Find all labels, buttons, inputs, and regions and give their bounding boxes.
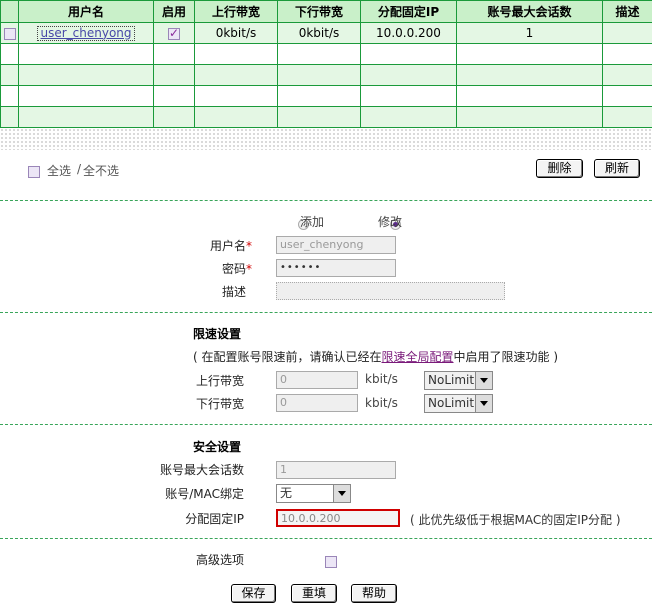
save-button[interactable]: 保存 bbox=[231, 584, 276, 603]
row-fixed-ip: 10.0.0.200 bbox=[360, 22, 457, 44]
fixed-ip-note: ( 此优先级低于根据MAC的固定IP分配 ) bbox=[410, 513, 621, 527]
header-upload[interactable]: 上行带宽 bbox=[194, 0, 278, 23]
chevron-down-icon[interactable] bbox=[333, 485, 350, 502]
header-download[interactable]: 下行带宽 bbox=[277, 0, 361, 23]
description-input[interactable] bbox=[276, 282, 505, 300]
select-all-checkbox[interactable] bbox=[28, 165, 40, 178]
help-button[interactable]: 帮助 bbox=[351, 584, 397, 603]
mac-binding-select[interactable]: 无 bbox=[276, 484, 351, 503]
upload-limit-value: NoLimit bbox=[428, 373, 475, 387]
divider bbox=[0, 538, 652, 539]
speed-note-prefix: ( 在配置账号限速前，请确认已经在 bbox=[193, 350, 382, 364]
header-select bbox=[0, 0, 19, 23]
row-username-link[interactable]: user_chenyong bbox=[37, 25, 135, 41]
security-section-title: 安全设置 bbox=[193, 440, 242, 454]
advanced-checkbox[interactable] bbox=[325, 555, 338, 568]
select-all-separator: / bbox=[77, 162, 82, 176]
row-username-cell: user_chenyong bbox=[18, 22, 154, 44]
select-none-link[interactable]: 全不选 bbox=[83, 162, 119, 179]
description-label: 描述 bbox=[221, 285, 246, 299]
table-row-empty bbox=[0, 64, 652, 86]
chevron-down-icon[interactable] bbox=[475, 395, 492, 412]
row-enabled-checkbox[interactable] bbox=[168, 26, 180, 40]
row-upload: 0kbit/s bbox=[194, 22, 278, 44]
table-row-empty bbox=[0, 43, 652, 65]
table-row[interactable]: user_chenyong 0kbit/s 0kbit/s 10.0.0.200… bbox=[0, 22, 652, 44]
reset-button[interactable]: 重填 bbox=[291, 584, 337, 603]
table-row-empty bbox=[0, 106, 652, 128]
table-row-empty bbox=[0, 85, 652, 107]
upload-limit-select[interactable]: NoLimit bbox=[424, 371, 493, 390]
speed-note-suffix: 中启用了限速功能 ) bbox=[453, 350, 559, 364]
speed-section-title: 限速设置 bbox=[193, 327, 242, 341]
header-username[interactable]: 用户名 bbox=[18, 0, 154, 23]
upload-input[interactable]: 0 bbox=[276, 371, 358, 389]
divider bbox=[0, 424, 652, 425]
chevron-down-icon[interactable] bbox=[475, 372, 492, 389]
table-header-row: 用户名 启用 上行带宽 下行带宽 分配固定IP 账号最大会话数 描述 bbox=[0, 0, 652, 23]
row-description bbox=[602, 22, 652, 44]
divider bbox=[0, 312, 652, 313]
download-limit-value: NoLimit bbox=[428, 396, 475, 410]
header-enabled[interactable]: 启用 bbox=[153, 0, 195, 23]
speed-note: ( 在配置账号限速前，请确认已经在限速全局配置中启用了限速功能 ) bbox=[193, 348, 558, 365]
header-max-sessions[interactable]: 账号最大会话数 bbox=[456, 0, 603, 23]
edit-radio-label: 修改 bbox=[378, 215, 403, 229]
password-label: 密码* bbox=[221, 262, 252, 276]
fixed-ip-input[interactable]: 10.0.0.200 bbox=[276, 509, 400, 527]
header-fixed-ip[interactable]: 分配固定IP bbox=[360, 0, 457, 23]
divider bbox=[0, 200, 652, 201]
add-radio-label: 添加 bbox=[300, 215, 325, 229]
upload-unit: kbit/s bbox=[365, 372, 398, 386]
download-input[interactable]: 0 bbox=[276, 394, 358, 412]
row-max-sessions: 1 bbox=[456, 22, 603, 44]
row-select-cell bbox=[0, 22, 19, 44]
speed-global-config-link[interactable]: 限速全局配置 bbox=[382, 350, 454, 364]
upload-label: 上行带宽 bbox=[195, 374, 244, 388]
download-label: 下行带宽 bbox=[195, 397, 244, 411]
password-input[interactable]: •••••• bbox=[276, 259, 396, 277]
row-enabled-cell bbox=[153, 22, 195, 44]
dotted-band bbox=[0, 128, 652, 150]
user-table: 用户名 启用 上行带宽 下行带宽 分配固定IP 账号最大会话数 描述 user_… bbox=[0, 0, 652, 128]
username-input[interactable]: user_chenyong bbox=[276, 236, 396, 254]
mac-binding-label: 账号/MAC绑定 bbox=[165, 487, 244, 501]
header-description[interactable]: 描述 bbox=[602, 0, 652, 23]
refresh-button[interactable]: 刷新 bbox=[594, 159, 640, 178]
download-unit: kbit/s bbox=[365, 396, 398, 410]
delete-button[interactable]: 删除 bbox=[536, 159, 583, 178]
username-label: 用户名* bbox=[209, 239, 252, 253]
fixed-ip-label: 分配固定IP bbox=[185, 512, 244, 526]
row-select-checkbox[interactable] bbox=[3, 27, 16, 40]
mac-binding-value: 无 bbox=[280, 486, 293, 500]
row-download: 0kbit/s bbox=[277, 22, 361, 44]
advanced-label: 高级选项 bbox=[195, 553, 244, 567]
download-limit-select[interactable]: NoLimit bbox=[424, 394, 493, 413]
max-sessions-label: 账号最大会话数 bbox=[159, 463, 244, 477]
select-all-link[interactable]: 全选 bbox=[47, 162, 71, 179]
max-sessions-input[interactable]: 1 bbox=[276, 461, 396, 479]
